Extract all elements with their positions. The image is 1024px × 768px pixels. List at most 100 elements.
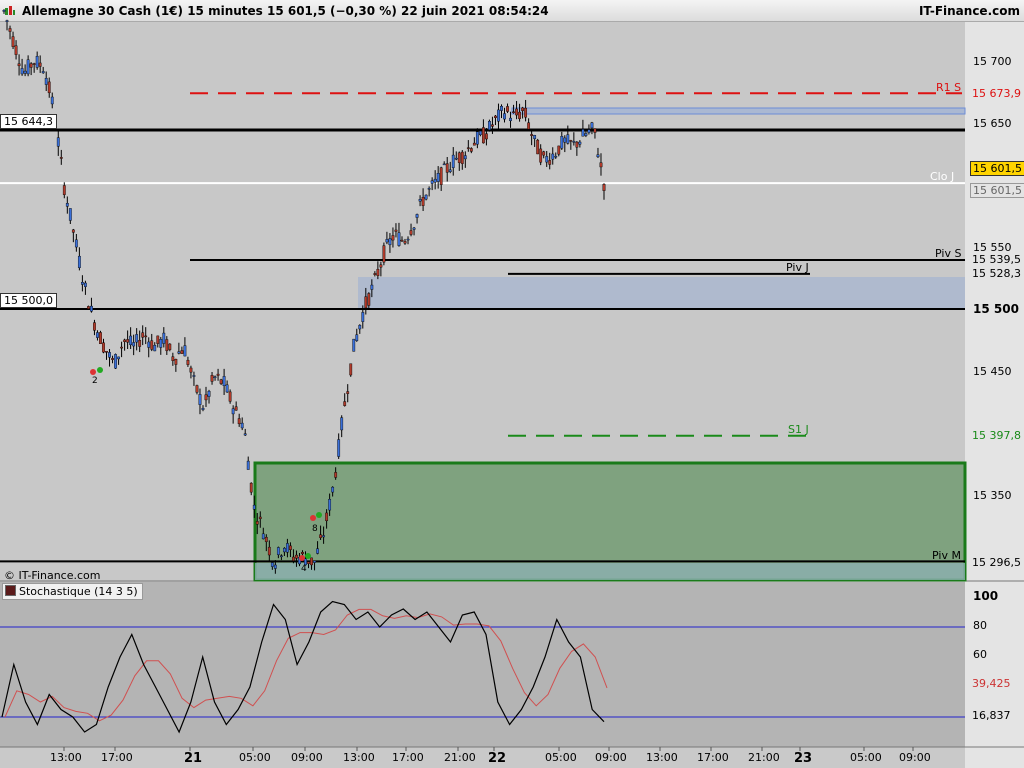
candle-body (524, 107, 528, 118)
price-tick: 15 450 (973, 365, 1012, 378)
candle-body (228, 391, 232, 402)
time-label: 17:00 (697, 751, 729, 764)
candle-body (427, 188, 431, 190)
time-label: 13:00 (343, 751, 375, 764)
candle-body (165, 339, 169, 352)
legend-prix[interactable]: Prix (2, 22, 45, 39)
candle-body (578, 141, 582, 145)
time-label: 09:00 (595, 751, 627, 764)
price-badge: 15 673,9 (970, 87, 1023, 100)
candle-body (47, 81, 51, 94)
legend-swatch-icon (5, 24, 16, 35)
candle-body (415, 214, 419, 218)
candle-body (41, 71, 45, 74)
candle-body (132, 342, 136, 347)
candle-body (162, 332, 166, 344)
candle-body (542, 151, 546, 156)
candle-body (65, 203, 69, 207)
candle-body (195, 385, 199, 393)
candle-body (358, 324, 362, 330)
candle-body (177, 351, 181, 354)
time-label: 13:00 (50, 751, 82, 764)
chart-area[interactable] (0, 0, 1024, 768)
candle-body (141, 332, 145, 338)
candle-body (153, 345, 157, 352)
candle-body (349, 363, 353, 376)
candle-body (32, 63, 36, 65)
time-label: 05:00 (850, 751, 882, 764)
price-tick: 15 350 (973, 489, 1012, 502)
candle-body (301, 552, 304, 554)
candle-body (397, 232, 401, 246)
arrow-up-icon (316, 512, 322, 518)
candle-body (475, 131, 479, 145)
candle-body (587, 129, 591, 133)
time-label: 21 (184, 751, 203, 766)
candle-body (286, 543, 289, 553)
candle-body (551, 153, 555, 160)
legend-cloture[interactable]: Clôture (44, 22, 106, 39)
candle-body (20, 68, 24, 75)
marker-label: 2 (92, 376, 98, 386)
candle-body (445, 163, 449, 173)
candle-body (352, 338, 356, 352)
legend-label: Prix (19, 24, 40, 37)
candle-body (14, 45, 18, 55)
candle-body (117, 356, 120, 360)
candle-body (596, 154, 600, 158)
candle-body (340, 417, 344, 431)
candle-body (99, 332, 102, 344)
price-tick: 15 650 (973, 117, 1012, 130)
candle-body (80, 282, 84, 285)
arrow-down-icon (310, 515, 316, 521)
candle-body (255, 521, 259, 525)
stoch-legend[interactable]: Stochastique (14 3 5) (2, 583, 143, 600)
legend-swatch-icon (5, 585, 16, 596)
candle-body (509, 117, 512, 122)
label-pivs: Piv S (935, 247, 962, 260)
candle-body (451, 154, 455, 168)
candle-body (343, 401, 347, 406)
candle-body (270, 562, 274, 567)
marker-label: 8 (312, 524, 318, 534)
candle-body (491, 124, 494, 127)
candle-body (572, 141, 576, 143)
candle-body (545, 156, 549, 163)
candle-body (279, 555, 283, 558)
legend-pivots-j[interactable]: Points pivots (J) (117, 22, 225, 39)
candle-body (56, 137, 60, 147)
candle-body (337, 439, 341, 457)
price-tick: 15 700 (973, 55, 1012, 68)
title-bar: Allemagne 30 Cash (1€) 15 minutes 15 601… (0, 0, 1024, 22)
candle-body (331, 486, 335, 493)
zone-pivj (358, 277, 965, 309)
candle-body (379, 264, 383, 268)
candle-body (59, 157, 63, 159)
candle-body (105, 351, 108, 353)
candle-body (346, 391, 350, 394)
label-cloj: Clo J (930, 170, 955, 183)
candle-body (62, 185, 66, 195)
candle-body (418, 198, 422, 202)
candle-body (50, 96, 54, 105)
candle-body (264, 536, 268, 542)
candle-body (599, 162, 603, 168)
price-badge: 15 528,3 (972, 267, 1021, 280)
candle-body (74, 239, 78, 248)
legend-swatch-icon (224, 24, 235, 35)
copyright: © IT-Finance.com (4, 569, 101, 582)
arrow-up-icon (97, 367, 103, 373)
candle-body (108, 352, 111, 358)
candle-body (168, 343, 172, 350)
stoch-d-line (4, 608, 608, 722)
label-pivj: Piv J (786, 261, 809, 274)
time-label: 09:00 (291, 751, 323, 764)
zone-green (255, 463, 965, 580)
legend-pivots-s[interactable]: Points pivots (S) (221, 22, 332, 39)
price-badge: 15 397,8 (970, 429, 1023, 442)
candle-body (186, 359, 190, 365)
legend-pivots-m[interactable]: Points pivots (M) (326, 22, 440, 39)
candle-body (412, 227, 416, 230)
time-label: 05:00 (239, 751, 271, 764)
arrow-up-icon (305, 553, 311, 559)
